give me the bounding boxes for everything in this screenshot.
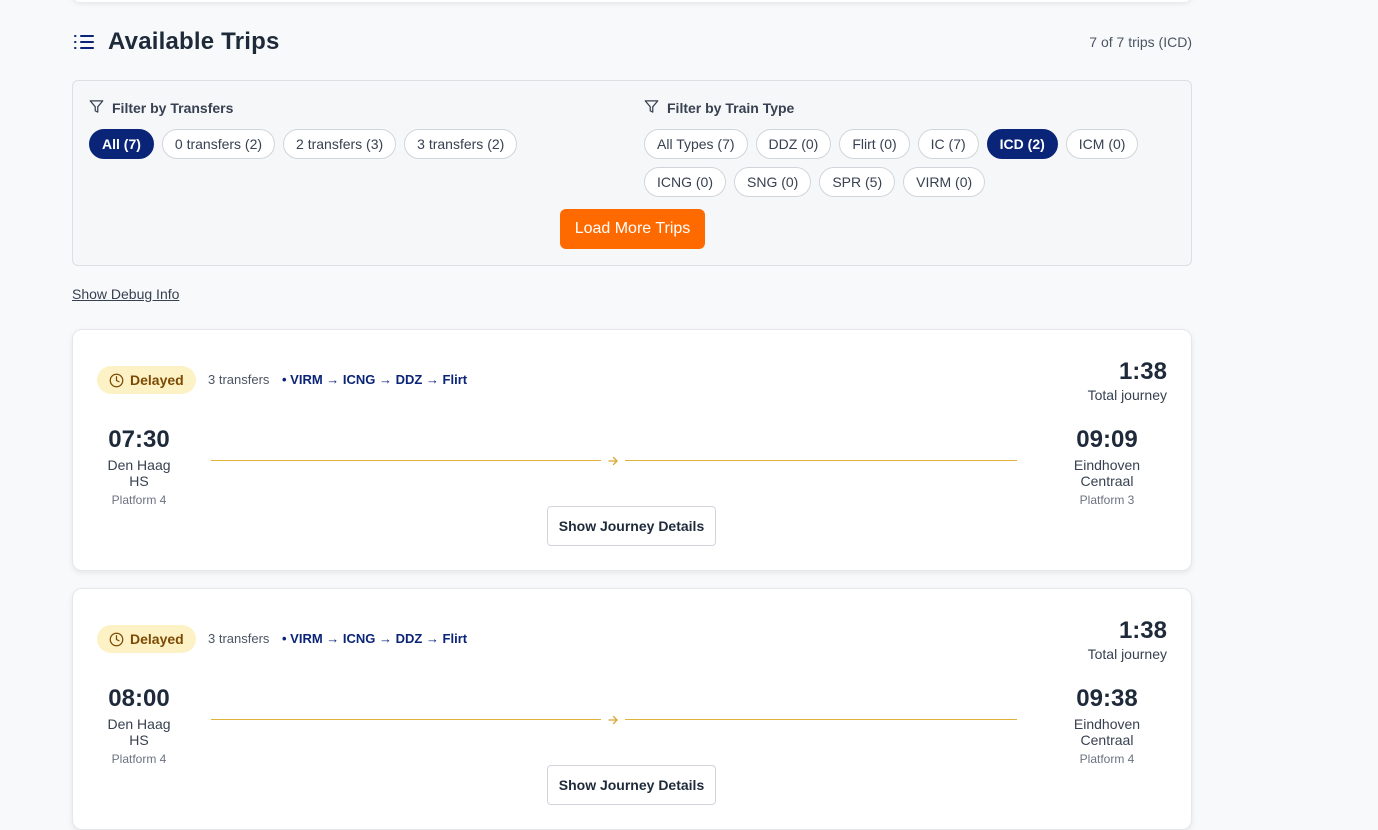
show-journey-details-button[interactable]: Show Journey Details (547, 765, 716, 805)
chip-type-icng[interactable]: ICNG (0) (644, 167, 726, 197)
duration-label: Total journey (1087, 387, 1167, 403)
arrival-station: Eindhoven Centraal (1073, 716, 1141, 748)
filter-icon (644, 99, 659, 117)
departure-time: 07:30 (108, 426, 170, 453)
clock-icon (109, 632, 124, 647)
train-type-chips: All Types (7) DDZ (0) Flirt (0) IC (7) I… (644, 129, 1164, 197)
show-debug-link[interactable]: Show Debug Info (72, 286, 179, 302)
trip-card: Delayed 3 transfers • VIRM → ICNG → DDZ … (72, 588, 1192, 830)
status-badge: Delayed (97, 366, 196, 394)
arrival-stop: 09:38 Eindhoven Centraal Platform 4 (1047, 685, 1167, 766)
departure-platform: Platform 4 (111, 752, 167, 766)
trip-card: Delayed 3 transfers • VIRM → ICNG → DDZ … (72, 329, 1192, 571)
arrival-station: Eindhoven Centraal (1073, 457, 1141, 489)
trips-header: Available Trips 7 of 7 trips (ICD) (72, 26, 1192, 58)
train-route-chain: • VIRM → ICNG → DDZ → Flirt (282, 372, 468, 387)
track-line (211, 719, 601, 720)
arrival-stop: 09:09 Eindhoven Centraal Platform 3 (1047, 426, 1167, 507)
chip-type-sng[interactable]: SNG (0) (734, 167, 812, 197)
chip-type-icm[interactable]: ICM (0) (1065, 129, 1139, 159)
status-badge: Delayed (97, 625, 196, 653)
filter-icon (89, 99, 104, 117)
list-icon (72, 30, 96, 54)
filter-panel: Filter by Transfers All (7) 0 transfers … (72, 80, 1192, 266)
chip-transfers-2[interactable]: 2 transfers (3) (283, 129, 397, 159)
chip-type-flirt[interactable]: Flirt (0) (839, 129, 910, 159)
chip-type-all[interactable]: All Types (7) (644, 129, 748, 159)
transfers-filter-label: Filter by Transfers (89, 99, 609, 117)
arrival-platform: Platform 3 (1079, 493, 1135, 507)
chip-transfers-0[interactable]: 0 transfers (2) (161, 129, 276, 159)
train-type-filter-label: Filter by Train Type (644, 99, 1164, 117)
status-label: Delayed (130, 631, 184, 647)
arrival-time: 09:38 (1076, 685, 1138, 712)
chip-type-icd[interactable]: ICD (2) (986, 129, 1058, 159)
departure-station: Den Haag HS (107, 716, 171, 748)
train-type-filter-title: Filter by Train Type (667, 100, 795, 116)
arrival-time: 09:09 (1076, 426, 1138, 453)
duration-value: 1:38 (1118, 358, 1167, 385)
show-journey-details-button[interactable]: Show Journey Details (547, 506, 716, 546)
previous-panel-edge (72, 0, 1192, 2)
chip-type-ddz[interactable]: DDZ (0) (755, 129, 832, 159)
trip-count: 7 of 7 trips (ICD) (1089, 34, 1192, 50)
page-title: Available Trips (108, 28, 280, 55)
duration-value: 1:38 (1118, 617, 1167, 644)
train-route-chain: • VIRM → ICNG → DDZ → Flirt (282, 631, 468, 646)
departure-platform: Platform 4 (111, 493, 167, 507)
transfers-count: 3 transfers (208, 372, 270, 387)
transfers-count: 3 transfers (208, 631, 270, 646)
journey-duration: 1:38 Total journey (1088, 617, 1167, 662)
track-line (625, 460, 1017, 461)
departure-station: Den Haag HS (107, 457, 171, 489)
arrow-right-icon (607, 714, 619, 726)
departure-time: 08:00 (108, 685, 170, 712)
transfers-filter-title: Filter by Transfers (112, 100, 234, 116)
journey-duration: 1:38 Total journey (1088, 358, 1167, 403)
load-more-button[interactable]: Load More Trips (560, 209, 705, 249)
departure-stop: 07:30 Den Haag HS Platform 4 (97, 426, 181, 507)
arrival-platform: Platform 4 (1079, 752, 1135, 766)
chip-type-virm[interactable]: VIRM (0) (903, 167, 986, 197)
status-label: Delayed (130, 372, 184, 388)
transfers-chips: All (7) 0 transfers (2) 2 transfers (3) … (89, 129, 609, 159)
departure-stop: 08:00 Den Haag HS Platform 4 (97, 685, 181, 766)
track-line (625, 719, 1017, 720)
journey-track (211, 455, 1017, 467)
chip-type-ic[interactable]: IC (7) (917, 129, 979, 159)
transfers-filter-group: Filter by Transfers All (7) 0 transfers … (89, 99, 609, 159)
track-line (211, 460, 601, 461)
arrow-right-icon (607, 455, 619, 467)
journey-track (211, 714, 1017, 726)
chip-type-spr[interactable]: SPR (5) (819, 167, 896, 197)
chip-transfers-3[interactable]: 3 transfers (2) (404, 129, 518, 159)
chip-transfers-all[interactable]: All (7) (89, 129, 154, 159)
duration-label: Total journey (1087, 646, 1167, 662)
clock-icon (109, 373, 124, 388)
train-type-filter-group: Filter by Train Type All Types (7) DDZ (… (644, 99, 1164, 197)
title-group: Available Trips (72, 28, 280, 56)
